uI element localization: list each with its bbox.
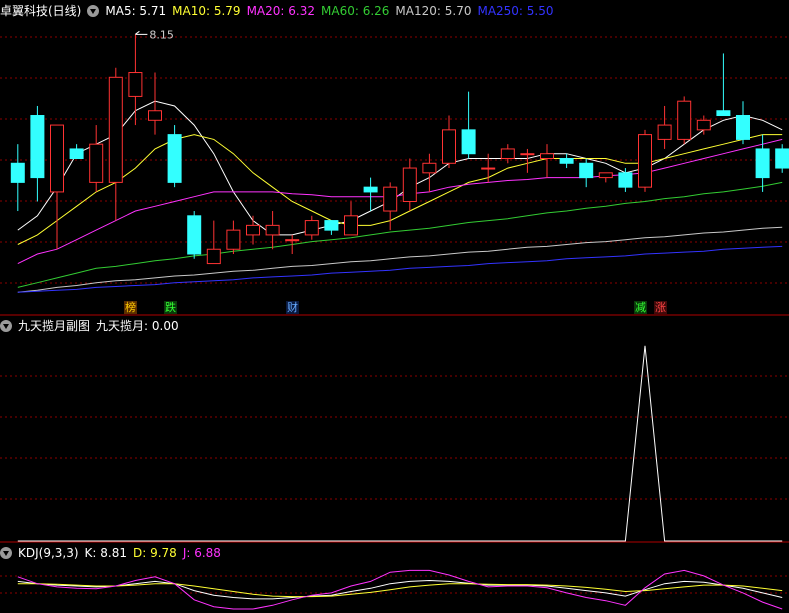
candle-body	[422, 162, 437, 174]
sub1-value: 九天揽月: 0.00	[96, 319, 179, 333]
candle-body	[677, 100, 692, 140]
ma60-label: MA60: 6.26	[321, 4, 390, 18]
ma-line-ma10	[17, 134, 783, 245]
kdj-line-k	[17, 579, 783, 600]
candle-body	[167, 134, 182, 183]
kdj-line-d	[17, 583, 783, 598]
candle-body	[402, 167, 417, 202]
candle-body	[598, 172, 613, 179]
candle-body	[30, 115, 45, 179]
candle-body	[363, 186, 378, 193]
ma-line-ma250	[17, 245, 783, 293]
sub2-dropdown-icon[interactable]	[0, 547, 12, 559]
event-tag[interactable]: 财	[286, 301, 299, 314]
ma5-label: MA5: 5.71	[105, 4, 167, 18]
candle-body	[304, 220, 319, 236]
ma10-label: MA10: 5.79	[172, 4, 241, 18]
kdj-k-label: K: 8.81	[84, 546, 127, 560]
panel-separators	[0, 314, 789, 543]
ma-line-ma5	[17, 100, 783, 236]
candle-body	[187, 215, 202, 255]
event-tag[interactable]: 减	[634, 301, 647, 314]
peak-tick	[135, 30, 148, 35]
candle-body	[265, 224, 280, 236]
peak-label: 8.15	[149, 28, 174, 41]
kdj-title: KDJ(9,3,3)	[18, 546, 79, 560]
candle-body	[716, 110, 731, 117]
candle-body	[736, 115, 750, 140]
candle-body	[89, 143, 104, 183]
candle-body	[246, 224, 260, 236]
settings-dropdown-icon[interactable]	[87, 5, 100, 17]
sub1-line	[17, 345, 783, 542]
candle-body	[69, 148, 84, 159]
sub1-dropdown-icon[interactable]	[0, 320, 12, 332]
sub1-header: 九天揽月副图 九天揽月: 0.00	[0, 317, 185, 335]
candle-body	[148, 110, 162, 121]
candle-body	[618, 172, 633, 188]
peak-marker: 8.15	[135, 28, 174, 41]
candle-body	[540, 153, 554, 159]
candle-body	[206, 248, 221, 265]
candle-body	[285, 239, 300, 242]
candle-body	[500, 148, 515, 159]
ma-line-ma60	[17, 181, 783, 288]
candle-body	[344, 215, 358, 236]
candle-body	[579, 162, 594, 179]
candle-body	[128, 72, 143, 97]
candlestick-series	[10, 34, 789, 265]
ma120-label: MA120: 5.70	[395, 4, 472, 18]
kdj-d-label: D: 9.78	[133, 546, 177, 560]
candle-body	[696, 119, 711, 131]
sub1-title: 九天揽月副图	[18, 319, 91, 333]
candle-body	[559, 158, 574, 164]
ma20-label: MA20: 6.32	[246, 4, 315, 18]
candle-body	[520, 153, 535, 156]
candle-body	[383, 186, 398, 212]
candle-body	[108, 76, 123, 183]
kdj-j-label: J: 6.88	[182, 546, 221, 560]
sub2-header: KDJ(9,3,3) K: 8.81 D: 9.78 J: 6.88	[0, 544, 227, 562]
event-tag[interactable]: 涨	[654, 301, 667, 314]
candle-body	[10, 162, 25, 183]
candle-body	[226, 229, 241, 250]
event-tag[interactable]: 跌	[164, 301, 177, 314]
candle-body	[50, 124, 64, 193]
candle-body	[775, 148, 789, 169]
event-tag[interactable]: 榜	[124, 301, 137, 314]
candle-body	[442, 129, 456, 164]
main-chart-header: 卓翼科技(日线) MA5: 5.71 MA10: 5.79 MA20: 6.32 MA6…	[0, 2, 560, 20]
candle-body	[324, 220, 339, 231]
ma-line-ma120	[17, 226, 783, 293]
sub1-indicator-line	[17, 345, 783, 542]
candle-body	[755, 148, 770, 179]
ma250-label: MA250: 5.50	[477, 4, 554, 18]
candle-body	[657, 124, 672, 140]
candle-body	[638, 134, 652, 188]
candle-body	[481, 167, 496, 170]
main-title: 卓翼科技(日线)	[0, 4, 82, 18]
chart-canvas: 8.15	[0, 28, 789, 610]
candle-body	[461, 129, 476, 155]
